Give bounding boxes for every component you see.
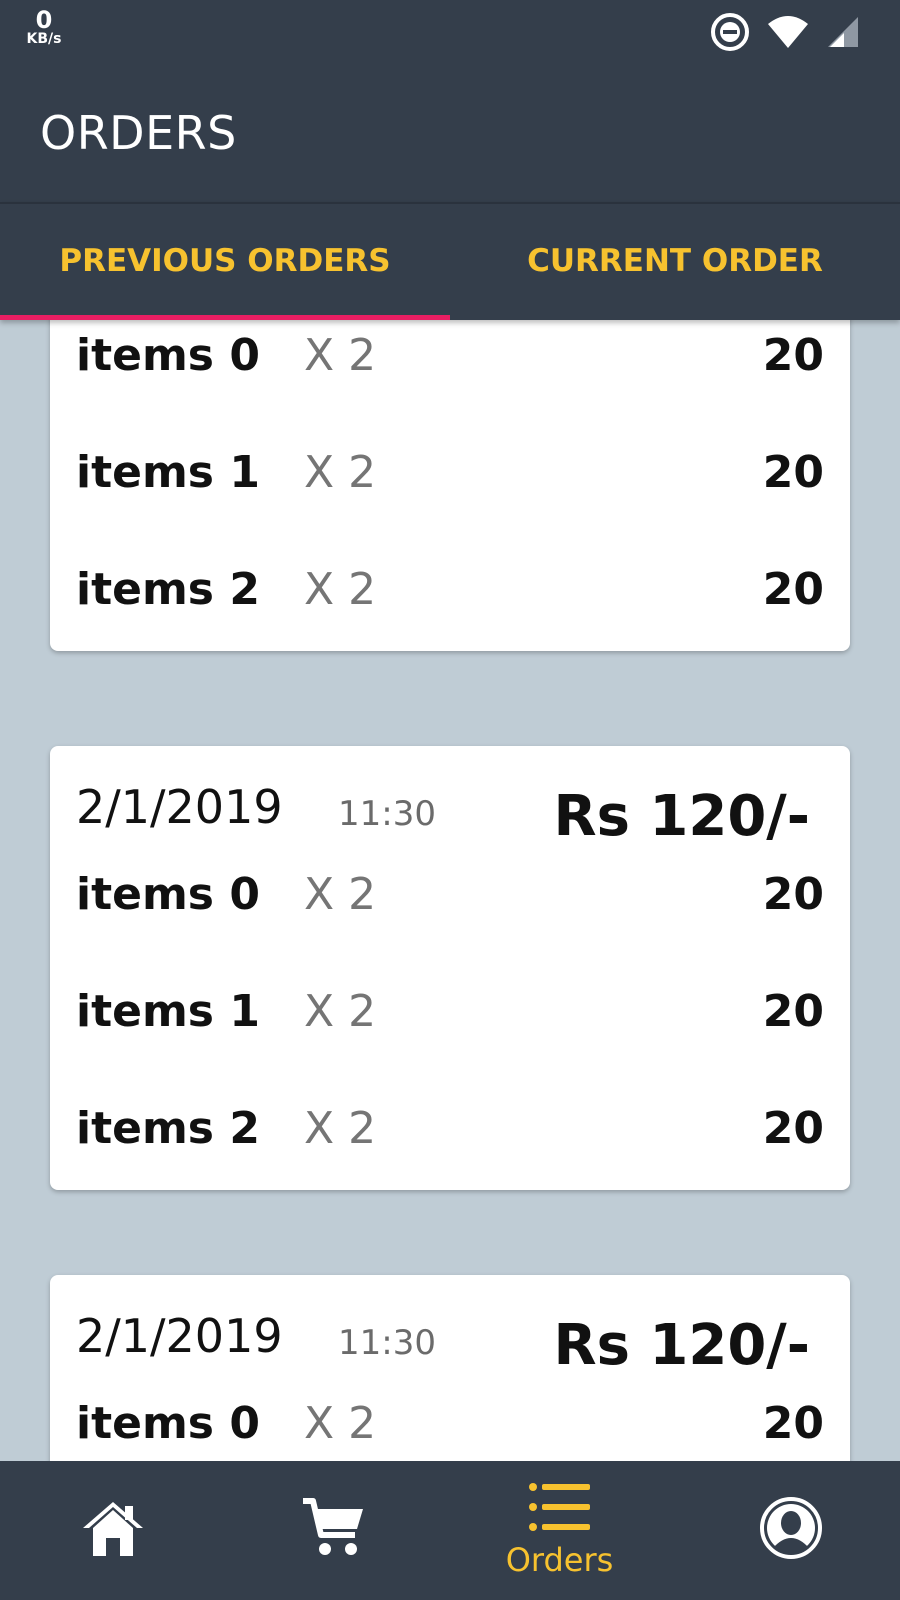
order-item-row: items 1 X 2 20 [50, 419, 850, 536]
app-bar: ORDERS [0, 62, 900, 202]
network-speed-value: 0 [35, 6, 53, 34]
nav-cart[interactable] [220, 1461, 445, 1600]
order-date: 2/1/2019 [76, 1309, 283, 1363]
item-name: items 1 [76, 447, 260, 498]
order-item-row: items 2 X 2 20 [50, 1075, 850, 1192]
nav-orders-label: Orders [505, 1541, 614, 1579]
nav-profile[interactable] [678, 1461, 900, 1600]
network-speed-unit: KB/s [26, 31, 62, 47]
bottom-navigation: Orders [0, 1461, 900, 1600]
order-item-row: items 2 X 2 20 [50, 536, 850, 653]
wifi-icon [766, 14, 810, 50]
order-item-row: items 0 X 2 20 [50, 320, 850, 419]
order-item-row: items 0 X 2 20 [50, 1370, 850, 1461]
item-price: 20 [762, 1398, 824, 1449]
order-header: 2/1/2019 11:30 Rs 120/- [50, 1275, 850, 1378]
tab-current-order-label: CURRENT ORDER [527, 243, 823, 279]
orders-list-icon [528, 1482, 592, 1537]
tab-bar: PREVIOUS ORDERS CURRENT ORDER [0, 202, 900, 320]
item-quantity: X 2 [304, 447, 377, 498]
order-time: 11:30 [338, 794, 436, 834]
order-card[interactable]: items 0 X 2 20 items 1 X 2 20 items 2 X … [50, 320, 850, 651]
order-header: 2/1/2019 11:30 Rs 120/- [50, 746, 850, 849]
item-name: items 2 [76, 1103, 260, 1154]
tab-previous-orders[interactable]: PREVIOUS ORDERS [0, 202, 450, 320]
item-price: 20 [762, 986, 824, 1037]
tab-previous-orders-label: PREVIOUS ORDERS [59, 243, 391, 279]
nav-home[interactable] [0, 1461, 225, 1600]
item-quantity: X 2 [304, 1398, 377, 1449]
cart-icon [301, 1497, 365, 1564]
item-quantity: X 2 [304, 869, 377, 920]
order-time: 11:30 [338, 1323, 436, 1363]
tab-selected-indicator [0, 315, 450, 320]
order-date: 2/1/2019 [76, 780, 283, 834]
order-total: Rs 120/- [553, 1313, 810, 1378]
home-icon [81, 1498, 145, 1563]
item-name: items 1 [76, 986, 260, 1037]
item-name: items 0 [76, 869, 260, 920]
item-price: 20 [762, 447, 824, 498]
item-quantity: X 2 [304, 1103, 377, 1154]
item-quantity: X 2 [304, 330, 377, 381]
profile-icon [759, 1496, 823, 1565]
item-price: 20 [762, 869, 824, 920]
order-total: Rs 120/- [553, 784, 810, 849]
item-quantity: X 2 [304, 986, 377, 1037]
do-not-disturb-icon [710, 12, 750, 52]
order-card[interactable]: 2/1/2019 11:30 Rs 120/- items 0 X 2 20 i… [50, 746, 850, 1190]
order-item-row: items 1 X 2 20 [50, 958, 850, 1075]
orders-list[interactable]: items 0 X 2 20 items 1 X 2 20 items 2 X … [0, 320, 900, 1461]
item-price: 20 [762, 330, 824, 381]
page-title: ORDERS [40, 106, 237, 160]
nav-orders[interactable]: Orders [447, 1461, 672, 1600]
item-price: 20 [762, 564, 824, 615]
tab-current-order[interactable]: CURRENT ORDER [450, 202, 900, 320]
order-card[interactable]: 2/1/2019 11:30 Rs 120/- items 0 X 2 20 [50, 1275, 850, 1461]
item-name: items 0 [76, 330, 260, 381]
signal-icon [826, 15, 860, 49]
item-name: items 2 [76, 564, 260, 615]
item-quantity: X 2 [304, 564, 377, 615]
item-name: items 0 [76, 1398, 260, 1449]
item-price: 20 [762, 1103, 824, 1154]
order-item-row: items 0 X 2 20 [50, 841, 850, 958]
status-bar: 0 KB/s [0, 0, 900, 62]
network-speed: 0 KB/s [22, 8, 66, 46]
